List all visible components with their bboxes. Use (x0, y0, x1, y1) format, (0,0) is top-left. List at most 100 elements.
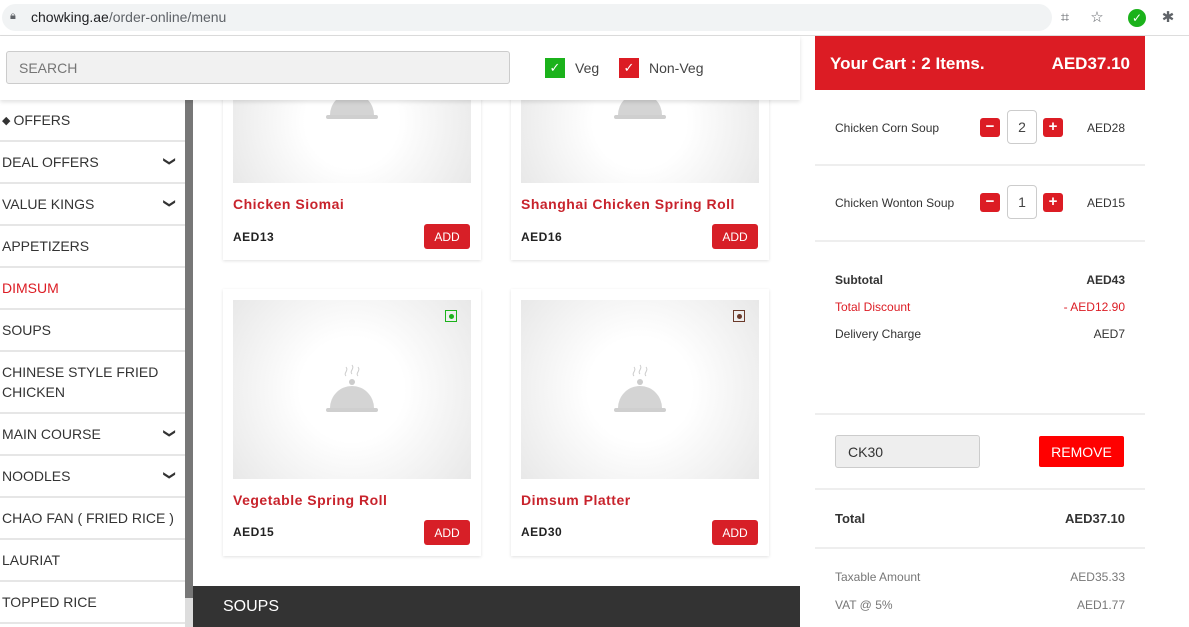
cart-title: Your Cart : 2 Items. (830, 54, 985, 73)
plus-button[interactable]: + (1043, 118, 1063, 137)
discount-label: Total Discount (835, 300, 911, 314)
chevron-down-icon[interactable]: ❯ (163, 198, 177, 208)
vat-value: AED1.77 (1076, 598, 1125, 612)
quantity-field[interactable]: 1 (1007, 185, 1037, 219)
minus-button[interactable]: − (980, 193, 1000, 212)
product-name[interactable]: Vegetable Spring Roll (233, 492, 387, 508)
menu-filter-bar: ✓ Veg ✓ Non-Veg (0, 36, 800, 100)
sidebar-item-noodles[interactable]: NOODLES ❯ (0, 456, 185, 498)
chevron-down-icon[interactable]: ❯ (163, 470, 177, 480)
subtotal-row: Subtotal AED43 (835, 273, 1125, 287)
sidebar-item-label: NOODLES (2, 468, 71, 484)
quantity-field[interactable]: 2 (1007, 110, 1037, 144)
sidebar-item-value-kings[interactable]: VALUE KINGS ❯ (0, 184, 185, 226)
add-button[interactable]: ADD (424, 224, 470, 249)
total-row: Total AED37.10 (835, 511, 1125, 526)
puzzle-icon[interactable]: ✱ (1159, 9, 1177, 27)
divider (815, 413, 1145, 415)
sidebar-item-label: CHAO FAN ( FRIED RICE ) (2, 510, 174, 526)
taxable-value: AED35.33 (1070, 570, 1125, 584)
sidebar-scrollbar-thumb[interactable] (185, 100, 193, 598)
taxable-label: Taxable Amount (835, 570, 921, 584)
sidebar-item-topped-rice[interactable]: TOPPED RICE (0, 582, 185, 624)
cart-header: Your Cart : 2 Items. AED37.10 (815, 36, 1145, 90)
extension-check-icon[interactable]: ✓ (1128, 9, 1146, 27)
section-heading: SOUPS (193, 586, 800, 627)
discount-row: Total Discount - AED12.90 (835, 300, 1125, 314)
nonveg-label: Non-Veg (649, 60, 704, 76)
add-button[interactable]: ADD (424, 520, 470, 545)
cart-item-amount: AED28 (1086, 121, 1125, 135)
minus-button[interactable]: − (980, 118, 1000, 137)
sidebar-item-label: DIMSUM (2, 280, 59, 296)
product-card: Dimsum Platter AED30 ADD (511, 289, 769, 556)
product-name[interactable]: Chicken Siomai (233, 196, 344, 212)
url-text[interactable]: chowking.ae/order-online/menu (31, 9, 226, 25)
veg-label: Veg (575, 60, 600, 76)
product-price: AED30 (521, 525, 563, 539)
divider (815, 547, 1145, 549)
cloche-icon (614, 364, 666, 412)
sidebar-item-label: TOPPED RICE (2, 594, 97, 610)
add-button[interactable]: ADD (712, 520, 758, 545)
vat-row: VAT @ 5% AED1.77 (835, 598, 1125, 612)
taxable-row: Taxable Amount AED35.33 (835, 570, 1125, 584)
cart-item-amount: AED15 (1086, 196, 1125, 210)
sidebar-item-label: CHINESE STYLE FRIED CHICKEN (2, 364, 159, 400)
chevron-down-icon[interactable]: ❯ (163, 156, 177, 166)
tag-icon: ◆ (2, 114, 11, 127)
cart-item: Chicken Wonton Soup − 1 + AED15 (815, 166, 1145, 242)
veg-checkbox[interactable]: ✓ (545, 58, 565, 78)
product-image[interactable] (233, 300, 471, 479)
cloche-icon (326, 364, 378, 412)
total-label: Total (835, 511, 866, 526)
cart-header-total: AED37.10 (1051, 54, 1130, 73)
sidebar-item-dimsum[interactable]: DIMSUM (0, 268, 185, 310)
sidebar-item-chao-fan[interactable]: CHAO FAN ( FRIED RICE ) (0, 498, 185, 540)
product-price: AED13 (233, 230, 275, 244)
veg-indicator-icon (445, 310, 457, 322)
delivery-row: Delivery Charge AED7 (835, 327, 1125, 341)
add-button[interactable]: ADD (712, 224, 758, 249)
product-card: Vegetable Spring Roll AED15 ADD (223, 289, 481, 556)
divider (815, 488, 1145, 490)
sidebar-item-label: DEAL OFFERS (2, 154, 99, 170)
total-value: AED37.10 (1065, 511, 1125, 526)
cart-item-name: Chicken Corn Soup (835, 121, 940, 135)
subtotal-value: AED43 (1086, 273, 1125, 287)
product-name[interactable]: Dimsum Platter (521, 492, 631, 508)
sidebar-item-main-course[interactable]: MAIN COURSE ❯ (0, 414, 185, 456)
remove-coupon-button[interactable]: REMOVE (1039, 436, 1124, 467)
sidebar-item-label: MAIN COURSE (2, 426, 101, 442)
chevron-down-icon[interactable]: ❯ (163, 428, 177, 438)
sidebar-item-soups[interactable]: SOUPS (0, 310, 185, 352)
sidebar-item-label: LAURIAT (2, 552, 61, 568)
browser-toolbar: 🔒︎ chowking.ae/order-online/menu ⌗ ☆ ✓ ✱ (0, 0, 1189, 36)
product-name[interactable]: Shanghai Chicken Spring Roll (521, 196, 735, 212)
sidebar-item-label: VALUE KINGS (2, 196, 95, 212)
sidebar-item-fried-chicken[interactable]: CHINESE STYLE FRIED CHICKEN (0, 352, 185, 414)
sidebar-item-offers[interactable]: ◆ OFFERS (0, 100, 185, 142)
product-image[interactable] (521, 300, 759, 479)
product-price: AED16 (521, 230, 563, 244)
sidebar-item-label: SOUPS (2, 322, 52, 338)
nonveg-checkbox[interactable]: ✓ (619, 58, 639, 78)
sidebar-item-label: APPETIZERS (2, 238, 90, 254)
delivery-value: AED7 (1093, 327, 1125, 341)
lock-icon[interactable]: 🔒︎ (10, 10, 16, 23)
discount-value: - AED12.90 (1063, 300, 1125, 314)
vat-label: VAT @ 5% (835, 598, 893, 612)
cart-item: Chicken Corn Soup − 2 + AED28 (815, 90, 1145, 166)
coupon-input[interactable] (835, 435, 980, 468)
category-sidebar: ◆ OFFERS DEAL OFFERS ❯ VALUE KINGS ❯ APPETI… (0, 100, 185, 627)
sidebar-item-lauriat[interactable]: LAURIAT (0, 540, 185, 582)
sidebar-item-deal-offers[interactable]: DEAL OFFERS ❯ (0, 142, 185, 184)
star-icon[interactable]: ☆ (1088, 9, 1106, 27)
plus-button[interactable]: + (1043, 193, 1063, 212)
sidebar-item-appetizers[interactable]: APPETIZERS (0, 226, 185, 268)
cart-panel: Your Cart : 2 Items. AED37.10 Chicken Cor… (815, 36, 1145, 627)
search-input[interactable] (6, 51, 510, 84)
subtotal-label: Subtotal (835, 273, 883, 287)
url-host: chowking.ae (31, 9, 109, 25)
translate-icon[interactable]: ⌗ (1056, 9, 1074, 27)
